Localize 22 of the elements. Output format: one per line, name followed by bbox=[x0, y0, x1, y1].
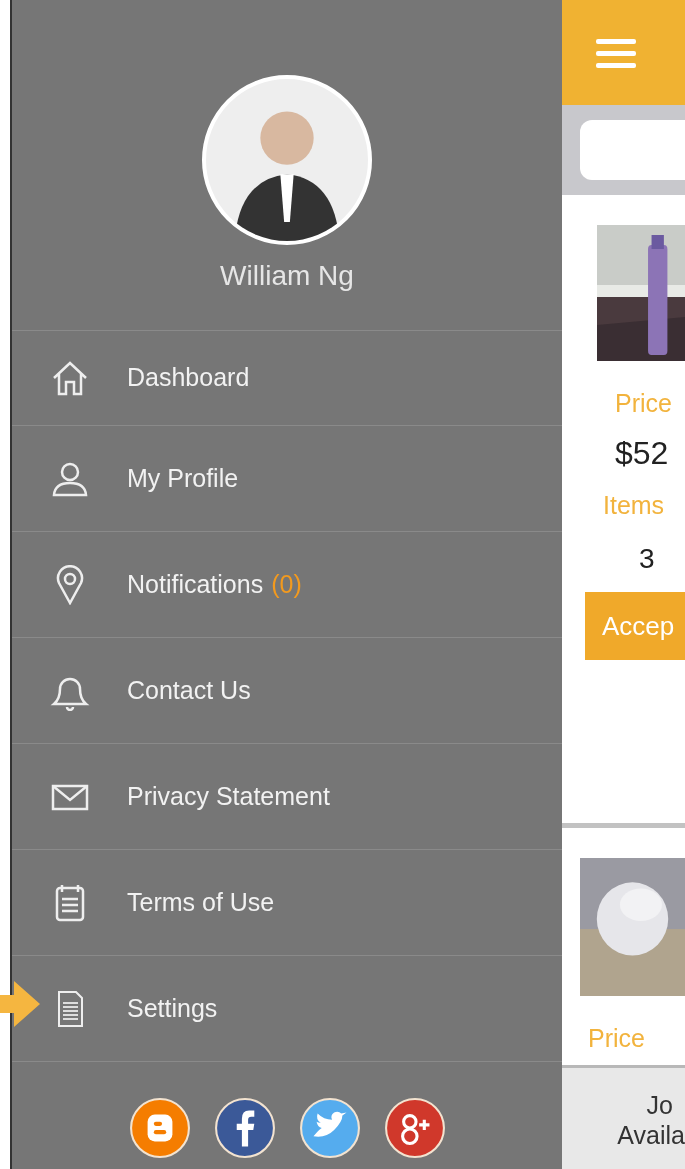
bird-icon[interactable] bbox=[298, 1096, 361, 1159]
menu-label: Settings bbox=[127, 992, 218, 1024]
search-field[interactable] bbox=[580, 120, 685, 180]
menu-label: Notifications bbox=[127, 568, 264, 600]
price-label: Price bbox=[588, 1023, 646, 1054]
footer-text: Availa bbox=[617, 1119, 685, 1150]
menu-label: My Profile bbox=[127, 462, 239, 494]
price-label: Price bbox=[615, 388, 673, 419]
menu-label: Dashboard bbox=[127, 362, 250, 394]
items-label: Items bbox=[603, 489, 666, 521]
facebook-icon[interactable] bbox=[213, 1096, 276, 1159]
menu-label: Contact Us bbox=[127, 674, 251, 706]
menu-label: Privacy Statement bbox=[127, 780, 330, 812]
footer-text: Jo bbox=[646, 1089, 673, 1120]
items-value: 3 bbox=[639, 542, 656, 576]
price-value: $52 bbox=[615, 433, 670, 473]
google-plus-icon[interactable] bbox=[383, 1096, 446, 1159]
user-name: William Ng bbox=[220, 259, 354, 293]
notification-count: (0) bbox=[271, 568, 302, 600]
menu-label: Terms of Use bbox=[127, 886, 275, 918]
menu-item[interactable]: Dashboard bbox=[12, 330, 562, 425]
blog-icon[interactable] bbox=[128, 1096, 191, 1159]
